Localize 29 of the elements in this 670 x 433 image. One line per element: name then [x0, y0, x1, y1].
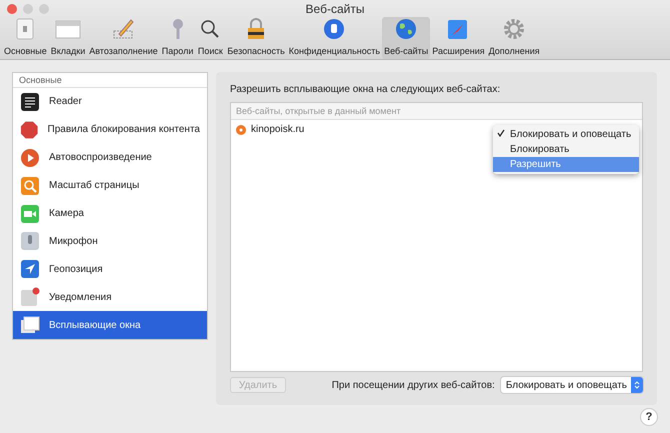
- sidebar-header: Основные: [13, 73, 207, 88]
- sidebar-item[interactable]: Всплывающие окна: [13, 311, 207, 340]
- toolbar-tab[interactable]: Конфиденциальность: [286, 17, 382, 59]
- sidebar-item[interactable]: Уведомления: [13, 283, 207, 312]
- other-sites-label: При посещении других веб-сайтов:: [332, 380, 495, 390]
- toolbar-tab[interactable]: Вкладки: [48, 17, 88, 59]
- toolbar-tab[interactable]: Безопасность: [225, 17, 287, 59]
- sidebar-item[interactable]: Микрофон: [13, 227, 207, 256]
- toolbar-tab[interactable]: Веб-сайты: [382, 17, 430, 59]
- menu-item[interactable]: Блокировать и оповещать: [493, 127, 639, 142]
- sidebar-item[interactable]: Масштаб страницы: [13, 172, 207, 200]
- window-title: Веб-сайты: [304, 2, 366, 16]
- sidebar-item[interactable]: Правила блокирования контента: [13, 116, 207, 144]
- toolbar-tab[interactable]: Основные: [2, 17, 49, 59]
- sidebar-item[interactable]: Автовоспроизведение: [13, 144, 207, 172]
- menu-item[interactable]: Блокировать: [493, 142, 639, 157]
- table-header: Веб-сайты, открытые в данный момент: [231, 103, 642, 120]
- help-button[interactable]: ?: [640, 408, 658, 426]
- toolbar-tab[interactable]: Автозаполнение: [87, 17, 160, 59]
- toolbar-tab[interactable]: Поиск: [195, 17, 226, 59]
- policy-select[interactable]: Блокировать и оповещать: [500, 377, 643, 393]
- toolbar-tab[interactable]: Пароли: [160, 17, 196, 59]
- sidebar-item[interactable]: Reader: [13, 88, 207, 116]
- panel-heading: Разрешить всплывающие окна на следующих веб-сайтах:: [230, 84, 502, 95]
- toolbar-tab[interactable]: Расширения: [430, 17, 487, 59]
- site-name: kinopoisk.ru: [251, 124, 304, 135]
- sidebar-item[interactable]: Геопозиция: [13, 255, 207, 284]
- sidebar-item[interactable]: Камера: [13, 200, 207, 228]
- toolbar-tab[interactable]: Дополнения: [486, 17, 542, 59]
